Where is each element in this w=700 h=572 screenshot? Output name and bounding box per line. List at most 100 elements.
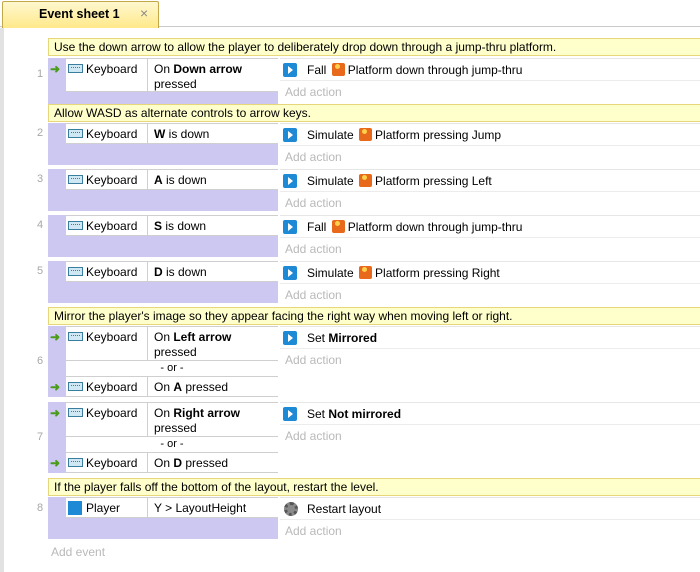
object-name: Keyboard (86, 380, 138, 394)
object-name: Keyboard (86, 456, 138, 470)
add-action[interactable]: Add action (280, 237, 700, 259)
condition-empty[interactable] (66, 144, 278, 165)
condition-text: On A pressed (154, 380, 229, 394)
condition[interactable]: Keyboard On A pressed (66, 376, 278, 397)
keyboard-icon (68, 267, 83, 276)
action-arrow-icon (283, 128, 297, 142)
add-action[interactable]: Add action (280, 348, 700, 370)
object-name: Keyboard (86, 330, 138, 344)
object-name: Keyboard (86, 62, 138, 76)
conditions: Keyboard A is down (48, 169, 278, 211)
event-margin[interactable] (48, 169, 66, 211)
action[interactable]: Restart layout (280, 497, 700, 519)
tab-event-sheet-1[interactable]: Event sheet 1 × (2, 1, 159, 28)
condition[interactable]: Player Y > LayoutHeight (66, 497, 278, 518)
action-arrow-icon (283, 63, 297, 77)
action-text: Fall Platform down through jump-thru (307, 220, 523, 234)
condition[interactable]: Keyboard S is down (66, 215, 278, 236)
keyboard-icon (68, 458, 83, 467)
condition[interactable]: Keyboard On Down arrow pressed (66, 58, 278, 92)
add-action[interactable]: Add action (280, 424, 700, 446)
condition[interactable]: Keyboard On Right arrow pressed (66, 402, 278, 437)
event-number: 2 (36, 127, 44, 139)
condition[interactable]: Keyboard On D pressed (66, 452, 278, 473)
trigger-arrow-icon: ➜ (50, 62, 61, 76)
action-text: Set Mirrored (307, 331, 378, 345)
condition-text: On Left arrow pressed (154, 330, 232, 359)
add-action[interactable]: Add action (280, 145, 700, 167)
object-name: Keyboard (86, 127, 138, 141)
action-text: Simulate Platform pressing Jump (307, 128, 502, 142)
action-text: Simulate Platform pressing Left (307, 174, 492, 188)
platform-sprite-icon (359, 266, 373, 279)
event-sheet: Use the down arrow to allow the player t… (0, 28, 700, 572)
condition[interactable]: Keyboard On Left arrow pressed (66, 326, 278, 361)
close-icon[interactable]: × (140, 5, 148, 21)
action[interactable]: Fall Platform down through jump-thru (280, 58, 700, 80)
condition-text: W is down (154, 127, 210, 141)
action-arrow-icon (283, 174, 297, 188)
condition-text: On Right arrow pressed (154, 406, 241, 435)
add-action[interactable]: Add action (280, 191, 700, 213)
event-margin[interactable] (48, 123, 66, 165)
condition-empty[interactable] (66, 282, 278, 303)
object-name: Keyboard (86, 173, 138, 187)
condition-empty[interactable] (66, 518, 278, 539)
add-event[interactable]: Add event (51, 545, 105, 559)
object-name: Keyboard (86, 406, 138, 420)
system-gear-icon (284, 502, 298, 516)
platform-sprite-icon (331, 220, 345, 233)
keyboard-icon (68, 64, 83, 73)
event-number: 1 (36, 68, 44, 80)
event-margin[interactable] (48, 215, 66, 257)
event-number: 4 (36, 219, 44, 231)
keyboard-icon (68, 332, 83, 341)
event-margin[interactable] (48, 497, 66, 539)
event-number: 8 (36, 502, 44, 514)
condition-text: On Down arrow pressed (154, 62, 243, 91)
object-name: Keyboard (86, 265, 138, 279)
player-sprite-icon (68, 501, 82, 515)
add-action[interactable]: Add action (280, 283, 700, 305)
comment[interactable]: Mirror the player's image so they appear… (48, 307, 700, 325)
action-text: Simulate Platform pressing Right (307, 266, 500, 280)
add-action[interactable]: Add action (280, 519, 700, 541)
action-arrow-icon (283, 407, 297, 421)
trigger-arrow-icon: ➜ (50, 456, 61, 470)
action[interactable]: Set Not mirrored (280, 402, 700, 424)
platform-sprite-icon (359, 174, 373, 187)
action[interactable]: Simulate Platform pressing Jump (280, 123, 700, 145)
condition-empty[interactable] (66, 236, 278, 257)
trigger-arrow-icon: ➜ (50, 406, 61, 420)
action-text: Restart layout (307, 502, 382, 516)
keyboard-icon (68, 408, 83, 417)
condition[interactable]: Keyboard D is down (66, 261, 278, 282)
comment[interactable]: Allow WASD as alternate controls to arro… (48, 104, 700, 122)
or-separator: - or - (66, 437, 278, 451)
action[interactable]: Simulate Platform pressing Right (280, 261, 700, 283)
action[interactable]: Simulate Platform pressing Left (280, 169, 700, 191)
event-margin[interactable] (48, 261, 66, 303)
condition[interactable]: Keyboard W is down (66, 123, 278, 144)
event-number: 6 (36, 355, 44, 367)
conditions: Keyboard W is down (48, 123, 278, 165)
action-text: Set Not mirrored (307, 407, 402, 421)
keyboard-icon (68, 382, 83, 391)
event-number: 7 (36, 431, 44, 443)
condition-text: D is down (154, 265, 207, 279)
event-number: 5 (36, 265, 44, 277)
condition-text: On D pressed (154, 456, 229, 470)
condition-empty[interactable] (66, 190, 278, 211)
add-action[interactable]: Add action (280, 80, 700, 102)
condition[interactable]: Keyboard A is down (66, 169, 278, 190)
action[interactable]: Set Mirrored (280, 326, 700, 348)
conditions: ➜ Keyboard On Right arrow pressed - or - … (48, 402, 278, 473)
conditions: ➜ Keyboard On Down arrow pressed (48, 58, 278, 108)
conditions: Keyboard D is down (48, 261, 278, 303)
object-name: Keyboard (86, 219, 138, 233)
action-arrow-icon (283, 266, 297, 280)
comment[interactable]: If the player falls off the bottom of th… (48, 478, 700, 496)
condition-text: S is down (154, 219, 207, 233)
comment[interactable]: Use the down arrow to allow the player t… (48, 38, 700, 56)
action[interactable]: Fall Platform down through jump-thru (280, 215, 700, 237)
